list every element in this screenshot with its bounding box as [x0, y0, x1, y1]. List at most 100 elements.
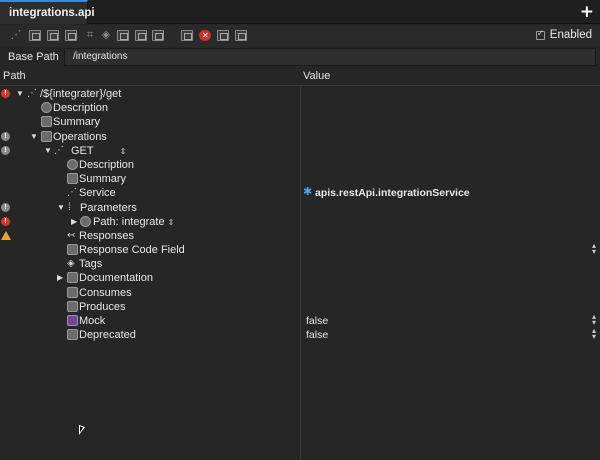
tree-row-description[interactable]: Description — [0, 101, 600, 115]
info-icon — [41, 102, 52, 114]
tree-row-get[interactable]: ! ▼ ⋰ GET ⇕ — [0, 144, 600, 158]
copy-icon[interactable] — [135, 30, 147, 41]
responses-label: Responses — [79, 229, 135, 242]
tree-row-summary[interactable]: Summary — [0, 115, 600, 129]
tree-row-deprecated[interactable]: Deprecated false ▴ ▾ — [0, 327, 600, 342]
response-code-field-label: Response Code Field — [79, 244, 185, 257]
parameter-icon — [80, 215, 91, 227]
summary-icon — [67, 173, 78, 185]
endpoint-icon: ⋰ — [27, 88, 37, 99]
tree-row-tags[interactable]: ◈ Tags — [0, 257, 600, 271]
service-star-icon: ✱ — [303, 186, 313, 199]
add-field-icon[interactable] — [29, 30, 41, 41]
tree-row-documentation[interactable]: ▶ Documentation — [0, 271, 600, 285]
enabled-label: Enabled — [549, 29, 592, 41]
info-marker-icon: ! — [1, 131, 10, 141]
connect-nodes-icon[interactable]: ⋰ — [10, 30, 22, 41]
tree-row-responses[interactable]: ↢ Responses — [0, 229, 600, 243]
mock-value[interactable]: false — [306, 315, 328, 327]
tree-table: ! ▼ ⋰ /${integrater}/get Description Sum… — [0, 87, 600, 342]
root-label: /${integrater}/get — [40, 88, 122, 100]
enabled-toggle[interactable]: Enabled — [535, 28, 592, 41]
mock-spinner-icon[interactable]: ▴ ▾ — [592, 313, 598, 327]
deprecated-icon — [67, 329, 78, 341]
move-up-icon[interactable] — [117, 30, 129, 41]
tree-row-consumes[interactable]: Consumes — [0, 286, 600, 300]
mock-icon — [67, 315, 78, 326]
tree-row-operations[interactable]: ! ▼ Operations — [0, 130, 600, 144]
method-spinner-icon[interactable]: ⇕ — [120, 147, 127, 156]
tags-icon[interactable]: ◈ — [100, 30, 112, 41]
documentation-label: Documentation — [79, 272, 153, 285]
base-path-label: Base Path — [8, 51, 59, 63]
tree-row-get-summary[interactable]: Summary — [0, 172, 600, 186]
window-icon[interactable] — [217, 30, 229, 41]
produces-label: Produces — [79, 300, 126, 313]
toolbar: ⋰ ⌗ ◈ Enabled — [0, 25, 600, 47]
produces-icon — [67, 300, 78, 312]
deprecated-value[interactable]: false — [306, 329, 328, 341]
operations-label: Operations — [53, 130, 107, 143]
tags-label: Tags — [79, 258, 103, 271]
operations-icon — [41, 130, 52, 142]
service-icon: ⋰ — [67, 187, 77, 199]
consumes-icon — [67, 286, 78, 298]
tags-icon: ◈ — [67, 258, 75, 270]
tree-row-mock[interactable]: Mock false ▴ ▾ — [0, 313, 600, 328]
collapse-caret-icon[interactable]: ▶ — [57, 273, 63, 283]
deprecated-spinner-icon[interactable]: ▴ ▾ — [592, 327, 598, 341]
tree-row-service[interactable]: ⋰ Service ✱ apis.restApi.integrationServ… — [0, 186, 600, 200]
get-description-label: Description — [79, 158, 135, 171]
settings-panel-icon[interactable] — [235, 30, 247, 41]
expand-caret-icon[interactable]: ▼ — [57, 203, 65, 213]
base-path-row: Base Path /integrations — [0, 47, 600, 67]
tree-row-produces[interactable]: Produces — [0, 300, 600, 314]
consumes-label: Consumes — [79, 286, 132, 299]
tree-row-path-param[interactable]: ! ▶ Path: integrate ⇕ — [0, 215, 600, 229]
info-marker-icon: ! — [1, 145, 10, 155]
column-header-value[interactable]: Value — [303, 70, 330, 86]
tab-bar: integrations.api + — [0, 0, 600, 24]
tree-row-root[interactable]: ! ▼ ⋰ /${integrater}/get — [0, 87, 600, 101]
operation-method-icon: ⋰ — [54, 144, 64, 156]
documentation-icon — [67, 272, 78, 284]
column-header-path[interactable]: Path — [3, 70, 26, 86]
tree-row-response-code-field[interactable]: Response Code Field ▴ ▾ — [0, 242, 600, 257]
parameters-icon: ⁞ — [68, 201, 71, 213]
parameters-label: Parameters — [80, 201, 137, 214]
enabled-checkbox[interactable] — [535, 28, 545, 40]
tree-row-parameters[interactable]: ! ▼ ⁞ Parameters — [0, 201, 600, 215]
tab-integrations-api[interactable]: integrations.api — [0, 0, 95, 24]
document-icon[interactable] — [181, 30, 193, 41]
info-marker-icon: ! — [1, 202, 10, 212]
expand-caret-icon[interactable]: ▼ — [44, 146, 52, 156]
delete-icon[interactable] — [199, 30, 211, 41]
summary-icon — [41, 116, 52, 128]
base-path-input[interactable]: /integrations — [64, 48, 596, 66]
add-record-icon[interactable] — [65, 30, 77, 41]
method-label: GET ⇕ — [71, 144, 127, 157]
service-label: Service — [79, 187, 116, 200]
info-icon — [67, 158, 78, 170]
expand-caret-icon[interactable]: ▼ — [16, 89, 24, 99]
description-label: Description — [53, 102, 109, 115]
mouse-cursor-icon — [79, 424, 85, 438]
param-spinner-icon[interactable]: ⇕ — [168, 218, 175, 227]
tree-row-get-description[interactable]: Description — [0, 158, 600, 172]
paste-icon[interactable] — [152, 30, 164, 41]
service-value[interactable]: apis.restApi.integrationService — [315, 187, 470, 199]
warning-icon — [1, 230, 11, 240]
add-list-icon[interactable] — [47, 30, 59, 41]
add-tab-icon[interactable]: + — [580, 2, 594, 22]
expand-caret-icon[interactable]: ▼ — [30, 132, 38, 142]
get-summary-label: Summary — [79, 173, 127, 186]
responses-icon: ↢ — [67, 229, 76, 241]
value-spinner-icon[interactable]: ▴ ▾ — [592, 242, 598, 256]
summary-label: Summary — [53, 116, 101, 129]
error-icon: ! — [1, 216, 10, 226]
tab-title: integrations.api — [9, 7, 95, 19]
tag-icon[interactable]: ⌗ — [84, 30, 96, 41]
collapse-caret-icon[interactable]: ▶ — [71, 217, 77, 227]
deprecated-label: Deprecated — [79, 329, 136, 342]
path-param-label: Path: integrate ⇕ — [93, 215, 175, 228]
